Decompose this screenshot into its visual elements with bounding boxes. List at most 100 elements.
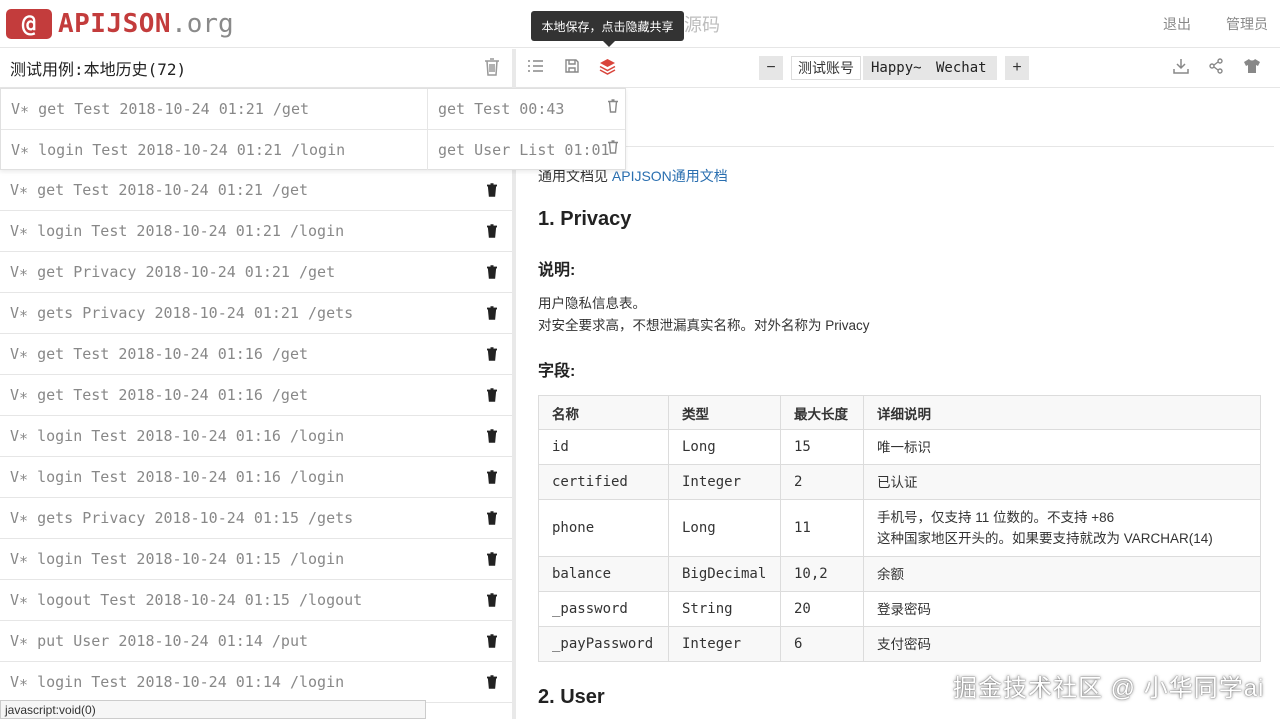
- admin-link[interactable]: 管理员: [1226, 14, 1268, 34]
- table-header-row: 名称 类型 最大长度 详细说明: [538, 395, 1261, 430]
- table-row: _password String 20 登录密码: [538, 591, 1261, 627]
- delete-history-trash-icon[interactable]: [486, 224, 498, 242]
- list-icon[interactable]: [528, 58, 544, 79]
- delete-history-trash-icon[interactable]: [486, 429, 498, 447]
- field-type-cell: Integer: [668, 626, 781, 662]
- download-icon[interactable]: [1173, 58, 1189, 79]
- history-item-label: V∗ login Test 2018-10-24 01:15 /login: [10, 550, 345, 568]
- dropdown-item-label: V∗ get Test 2018-10-24 01:21 /get: [11, 100, 310, 118]
- history-item[interactable]: V∗ login Test 2018-10-24 01:16 /login: [0, 416, 512, 457]
- col-header-name: 名称: [538, 395, 669, 430]
- field-desc-cell: 已认证: [863, 464, 1261, 500]
- history-dropdown: V∗ get Test 2018-10-24 01:21 /get get Te…: [0, 88, 626, 170]
- desc-line: 已认证: [877, 474, 918, 490]
- desc-line: 这种国家地区开头的。如果要支持就改为 VARCHAR(14): [877, 531, 1213, 546]
- dropdown-row[interactable]: V∗ login Test 2018-10-24 01:21 /login ge…: [1, 130, 625, 171]
- share-tooltip: 本地保存，点击隐藏共享: [531, 11, 684, 47]
- history-item-label: V∗ login Test 2018-10-24 01:21 /login: [10, 222, 345, 240]
- delete-history-trash-icon[interactable]: [486, 183, 498, 201]
- logo-mark: @: [6, 9, 52, 39]
- delete-history-trash-icon[interactable]: [486, 306, 498, 324]
- field-name-cell: balance: [538, 556, 669, 592]
- table-row: certified Integer 2 已认证: [538, 464, 1261, 500]
- logout-link[interactable]: 退出: [1163, 14, 1191, 34]
- delete-history-trash-icon[interactable]: [486, 675, 498, 693]
- history-item[interactable]: V∗ login Test 2018-10-24 01:15 /login: [0, 539, 512, 580]
- shared-item[interactable]: get User List 01:01: [427, 130, 627, 170]
- history-item-label: V∗ get Test 2018-10-24 01:16 /get: [10, 345, 309, 363]
- delete-history-trash-icon[interactable]: [486, 388, 498, 406]
- field-type-cell: Long: [668, 429, 781, 465]
- share-layers-icon[interactable]: [599, 58, 616, 80]
- desc-line: 手机号，仅支持 11 位数的。不支持 +86: [877, 510, 1115, 525]
- table-body: id Long 15 唯一标识 certified Integer 2 已认证 phone Lon…: [538, 429, 1261, 662]
- delete-history-trash-icon[interactable]: [486, 593, 498, 611]
- delete-history-trash-icon[interactable]: [486, 265, 498, 283]
- history-item[interactable]: V∗ login Test 2018-10-24 01:14 /login: [0, 662, 512, 703]
- field-type-cell: String: [668, 591, 781, 627]
- field-type-cell: BigDecimal: [668, 556, 781, 592]
- shared-trash-icon[interactable]: [607, 140, 619, 158]
- field-desc-cell: 支付密码: [863, 626, 1261, 662]
- history-item[interactable]: V∗ put User 2018-10-24 01:14 /put: [0, 621, 512, 662]
- fields-title: 字段:: [538, 363, 576, 380]
- description-line: 用户隐私信息表。: [538, 296, 646, 311]
- add-account-button[interactable]: +: [1005, 56, 1029, 80]
- source-code-link[interactable]: 源码: [684, 11, 720, 37]
- remove-account-button[interactable]: −: [759, 56, 783, 80]
- field-desc-cell: 唯一标识: [863, 429, 1261, 465]
- history-item-label: V∗ gets Privacy 2018-10-24 01:21 /gets: [10, 304, 354, 322]
- history-item[interactable]: V∗ gets Privacy 2018-10-24 01:15 /gets: [0, 498, 512, 539]
- save-icon[interactable]: [564, 58, 580, 79]
- field-length-cell: 2: [780, 464, 864, 500]
- doc-panel: 通用文档见 APIJSON通用文档 1. Privacy 说明: 用户隐私信息表…: [516, 88, 1280, 719]
- logo[interactable]: @ APIJSON .org: [6, 8, 234, 40]
- description-line: 对安全要求高，不想泄漏真实名称。对外名称为 Privacy: [538, 318, 870, 333]
- history-item[interactable]: V∗ login Test 2018-10-24 01:21 /login: [0, 211, 512, 252]
- history-item[interactable]: V∗ get Test 2018-10-24 01:16 /get: [0, 375, 512, 416]
- table-row: id Long 15 唯一标识: [538, 429, 1261, 465]
- history-item[interactable]: V∗ get Privacy 2018-10-24 01:21 /get: [0, 252, 512, 293]
- current-account[interactable]: Happy~ Wechat: [863, 56, 997, 80]
- field-length-cell: 15: [780, 429, 864, 465]
- doc-ref-link[interactable]: APIJSON通用文档: [612, 168, 728, 184]
- dropdown-row[interactable]: V∗ get Test 2018-10-24 01:21 /get get Te…: [1, 89, 625, 130]
- history-item-label: V∗ get Test 2018-10-24 01:21 /get: [10, 181, 309, 199]
- delete-history-trash-icon[interactable]: [486, 511, 498, 529]
- history-item-label: V∗ get Test 2018-10-24 01:16 /get: [10, 386, 309, 404]
- history-item-label: V∗ login Test 2018-10-24 01:16 /login: [10, 427, 345, 445]
- history-item-label: V∗ login Test 2018-10-24 01:14 /login: [10, 673, 345, 691]
- history-item[interactable]: V∗ gets Privacy 2018-10-24 01:21 /gets: [0, 293, 512, 334]
- table-heading-user: 2. User: [538, 686, 605, 708]
- field-desc-cell: 登录密码: [863, 591, 1261, 627]
- history-item[interactable]: V∗ logout Test 2018-10-24 01:15 /logout: [0, 580, 512, 621]
- history-item-label: V∗ login Test 2018-10-24 01:16 /login: [10, 468, 345, 486]
- delete-history-trash-icon[interactable]: [486, 470, 498, 488]
- table-row: _payPassword Integer 6 支付密码: [538, 626, 1261, 662]
- history-header: 测试用例:本地历史(72): [0, 49, 512, 88]
- history-item[interactable]: V∗ login Test 2018-10-24 01:16 /login: [0, 457, 512, 498]
- history-item-label: V∗ logout Test 2018-10-24 01:15 /logout: [10, 591, 363, 609]
- shirt-icon[interactable]: [1243, 58, 1261, 79]
- delete-history-trash-icon[interactable]: [486, 552, 498, 570]
- fields-table: 名称 类型 最大长度 详细说明 id Long 15 唯一标识 certified Int…: [538, 395, 1261, 662]
- description-title: 说明:: [538, 262, 576, 279]
- history-item[interactable]: V∗ get Test 2018-10-24 01:21 /get: [0, 170, 512, 211]
- shared-trash-icon[interactable]: [607, 99, 619, 117]
- col-header-max-length: 最大长度: [780, 395, 864, 430]
- delete-history-trash-icon[interactable]: [486, 347, 498, 365]
- field-name-cell: phone: [538, 499, 669, 557]
- table-heading-privacy: 1. Privacy: [538, 208, 632, 230]
- history-item[interactable]: V∗ get Test 2018-10-24 01:16 /get: [0, 334, 512, 375]
- field-type-cell: Long: [668, 499, 781, 557]
- field-name-cell: _password: [538, 591, 669, 627]
- field-name-cell: id: [538, 429, 669, 465]
- clear-history-trash-icon[interactable]: [484, 58, 500, 81]
- delete-history-trash-icon[interactable]: [486, 634, 498, 652]
- table-row: phone Long 11 手机号，仅支持 11 位数的。不支持 +86 这种国家地区开…: [538, 499, 1261, 557]
- shared-item[interactable]: get Test 00:43: [427, 89, 627, 129]
- history-title: 测试用例:本地历史(72): [10, 60, 187, 79]
- field-length-cell: 6: [780, 626, 864, 662]
- share-icon[interactable]: [1208, 58, 1224, 79]
- test-account-label[interactable]: 测试账号: [791, 56, 861, 80]
